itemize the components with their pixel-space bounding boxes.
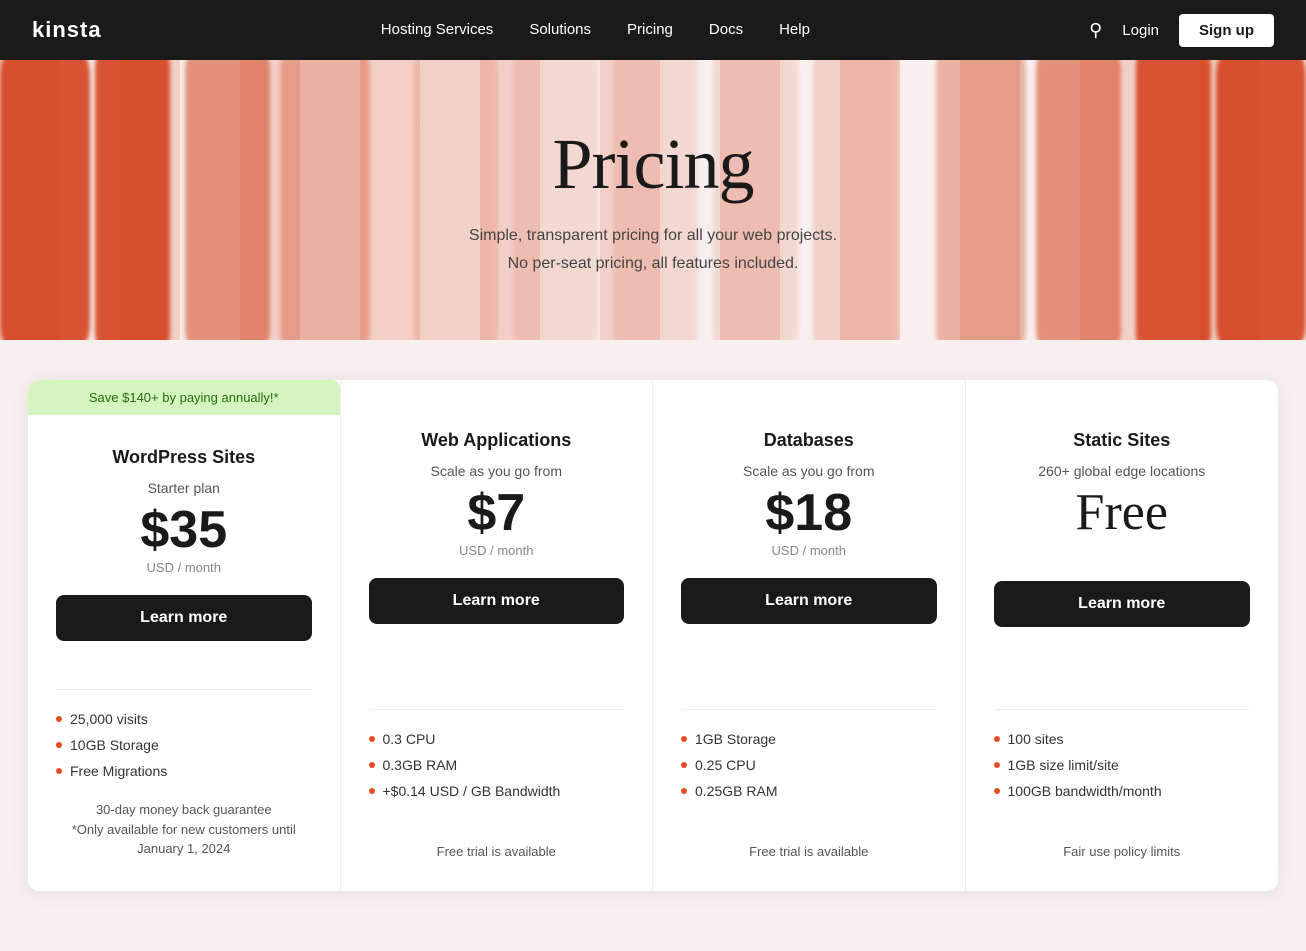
blob-decoration: [1136, 60, 1211, 340]
hero-subtitle-line1: Simple, transparent pricing for all your…: [469, 222, 837, 249]
login-link[interactable]: Login: [1122, 22, 1159, 39]
hero-section: Pricing Simple, transparent pricing for …: [0, 60, 1306, 340]
pricing-grid: Save $140+ by paying annually!* WordPres…: [28, 380, 1278, 891]
free-trial-text-databases: Free trial is available: [681, 820, 937, 859]
blob-decoration: [0, 60, 90, 340]
blob-decoration: [185, 60, 270, 340]
feature-list-wordpress: 25,000 visits 10GB Storage Free Migratio…: [56, 706, 312, 784]
navbar: kinsta Hosting Services Solutions Pricin…: [0, 0, 1306, 60]
plan-price-static: Free: [994, 487, 1251, 539]
card-features-databases: 1GB Storage 0.25 CPU 0.25GB RAM Free tri…: [653, 685, 965, 859]
blob-decoration: [1216, 60, 1306, 340]
pricing-card-wordpress: Save $140+ by paying annually!* WordPres…: [28, 380, 341, 891]
bullet-icon: [681, 788, 687, 794]
nav-hosting[interactable]: Hosting Services: [381, 21, 494, 38]
feature-list-databases: 1GB Storage 0.25 CPU 0.25GB RAM: [681, 726, 937, 804]
feature-item: 25,000 visits: [56, 706, 312, 732]
card-features-webapps: 0.3 CPU 0.3GB RAM +$0.14 USD / GB Bandwi…: [341, 685, 653, 859]
plan-sub-static: 260+ global edge locations: [994, 463, 1251, 479]
nav-right: ⚲ Login Sign up: [1089, 14, 1274, 47]
feature-item: 10GB Storage: [56, 732, 312, 758]
nav-docs[interactable]: Docs: [709, 21, 743, 38]
card-top-databases: Databases Scale as you go from $18 USD /…: [653, 380, 965, 685]
feature-item: 0.3 CPU: [369, 726, 625, 752]
plan-price-meta-databases: USD / month: [681, 543, 937, 558]
plan-category-databases: Databases: [681, 430, 937, 451]
blob-decoration: [280, 60, 370, 340]
bullet-icon: [994, 788, 1000, 794]
feature-item: 0.25 CPU: [681, 752, 937, 778]
plan-sub-webapps: Scale as you go from: [369, 463, 625, 479]
bullet-icon: [681, 736, 687, 742]
feature-item: 0.25GB RAM: [681, 778, 937, 804]
pricing-card-webapps: Web Applications Scale as you go from $7…: [341, 380, 654, 891]
hero-content: Pricing Simple, transparent pricing for …: [469, 123, 837, 276]
nav-links: Hosting Services Solutions Pricing Docs …: [381, 21, 810, 39]
fair-use-text: Fair use policy limits: [994, 820, 1251, 859]
plan-category-static: Static Sites: [994, 430, 1251, 451]
plan-price-wordpress: $35: [56, 504, 312, 556]
hero-subtitle-line2: No per-seat pricing, all features includ…: [469, 250, 837, 277]
nav-logo[interactable]: kinsta: [32, 17, 102, 43]
card-features-wordpress: 25,000 visits 10GB Storage Free Migratio…: [28, 665, 340, 859]
plan-price-meta-wordpress: USD / month: [56, 560, 312, 575]
plan-price-databases: $18: [681, 487, 937, 539]
bullet-icon: [369, 736, 375, 742]
blob-decoration: [95, 60, 170, 340]
feature-item: 1GB size limit/site: [994, 752, 1251, 778]
card-top-static: Static Sites 260+ global edge locations …: [966, 380, 1279, 685]
feature-item: 100GB bandwidth/month: [994, 778, 1251, 804]
bullet-icon: [681, 762, 687, 768]
feature-item: 0.3GB RAM: [369, 752, 625, 778]
signup-button[interactable]: Sign up: [1179, 14, 1274, 47]
bullet-icon: [369, 788, 375, 794]
bullet-icon: [994, 762, 1000, 768]
feature-list-static: 100 sites 1GB size limit/site 100GB band…: [994, 726, 1251, 804]
feature-list-webapps: 0.3 CPU 0.3GB RAM +$0.14 USD / GB Bandwi…: [369, 726, 625, 804]
card-top-wordpress: WordPress Sites Starter plan $35 USD / m…: [28, 415, 340, 665]
bullet-icon: [56, 716, 62, 722]
bullet-icon: [369, 762, 375, 768]
bullet-icon: [56, 742, 62, 748]
blob-decoration: [936, 60, 1026, 340]
plan-sub-wordpress: Starter plan: [56, 480, 312, 496]
card-top-webapps: Web Applications Scale as you go from $7…: [341, 380, 653, 685]
feature-item: Free Migrations: [56, 758, 312, 784]
blob-decoration: [1036, 60, 1121, 340]
feature-item: 100 sites: [994, 726, 1251, 752]
learn-more-button-webapps[interactable]: Learn more: [369, 578, 625, 624]
learn-more-button-static[interactable]: Learn more: [994, 581, 1251, 627]
save-badge: Save $140+ by paying annually!*: [28, 380, 340, 415]
feature-item: +$0.14 USD / GB Bandwidth: [369, 778, 625, 804]
learn-more-button-wordpress[interactable]: Learn more: [56, 595, 312, 641]
plan-price-meta-static: [994, 543, 1251, 561]
card-features-static: 100 sites 1GB size limit/site 100GB band…: [966, 685, 1279, 859]
free-trial-text-webapps: Free trial is available: [369, 820, 625, 859]
nav-pricing[interactable]: Pricing: [627, 21, 673, 38]
pricing-card-static: Static Sites 260+ global edge locations …: [966, 380, 1279, 891]
bullet-icon: [56, 768, 62, 774]
plan-sub-databases: Scale as you go from: [681, 463, 937, 479]
plan-price-webapps: $7: [369, 487, 625, 539]
page-title: Pricing: [469, 123, 837, 206]
feature-item: 1GB Storage: [681, 726, 937, 752]
nav-solutions[interactable]: Solutions: [529, 21, 591, 38]
pricing-section: Save $140+ by paying annually!* WordPres…: [0, 340, 1306, 951]
search-icon[interactable]: ⚲: [1089, 20, 1102, 41]
plan-category-wordpress: WordPress Sites: [56, 447, 312, 468]
nav-help[interactable]: Help: [779, 21, 810, 38]
guarantee-text: 30-day money back guarantee *Only availa…: [56, 800, 312, 859]
plan-price-meta-webapps: USD / month: [369, 543, 625, 558]
pricing-card-databases: Databases Scale as you go from $18 USD /…: [653, 380, 966, 891]
learn-more-button-databases[interactable]: Learn more: [681, 578, 937, 624]
bullet-icon: [994, 736, 1000, 742]
plan-category-webapps: Web Applications: [369, 430, 625, 451]
